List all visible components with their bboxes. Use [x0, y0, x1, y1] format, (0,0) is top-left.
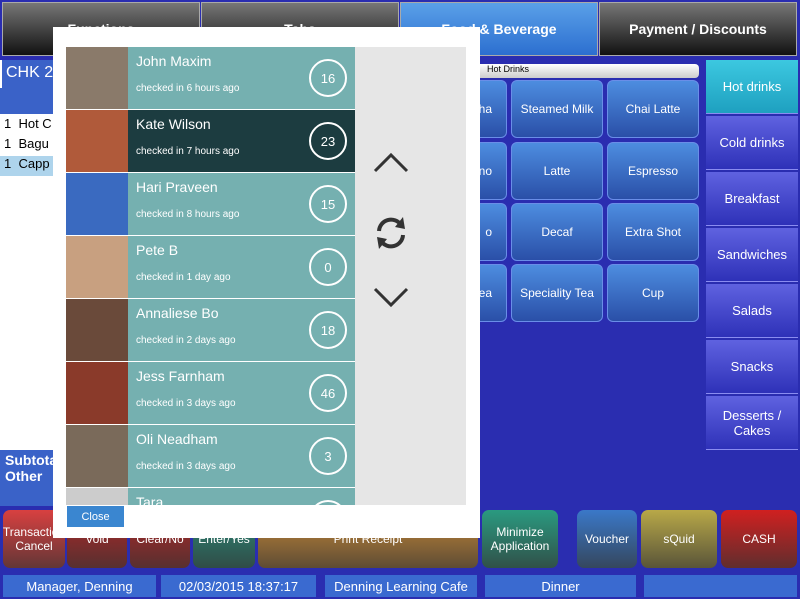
customer-name: Tara	[136, 494, 164, 505]
checked-in-time: checked in 2 days ago	[136, 335, 236, 346]
menu-item-button[interactable]: Steamed Milk	[511, 80, 603, 138]
visit-count-badge: 16	[309, 59, 347, 97]
status-field: Denning Learning Cafe	[325, 575, 477, 597]
customer-name: John Maxim	[136, 53, 212, 69]
visit-count-badge: 15	[309, 185, 347, 223]
category-button[interactable]: Snacks	[706, 340, 798, 394]
visit-count-badge: 46	[309, 374, 347, 412]
customer-name: Pete B	[136, 242, 179, 258]
avatar	[66, 488, 128, 505]
status-field: Dinner	[485, 575, 636, 597]
customer-name: Oli Neadham	[136, 431, 218, 447]
customer-row[interactable]: Tara	[66, 488, 355, 505]
chevron-down-icon[interactable]	[371, 283, 411, 317]
scroll-controls	[355, 47, 466, 505]
customer-row[interactable]: John Maxim checked in 6 hours ago 16	[66, 47, 355, 109]
category-button[interactable]: Desserts / Cakes	[706, 396, 798, 450]
close-button[interactable]: Close	[67, 506, 124, 527]
chevron-up-icon[interactable]	[371, 147, 411, 181]
action-button[interactable]: CASH	[721, 510, 797, 568]
qty: 1	[4, 156, 12, 171]
avatar	[66, 425, 128, 487]
category-button[interactable]: Hot drinks	[706, 60, 798, 114]
visit-count-badge: 3	[309, 437, 347, 475]
customer-name: Annaliese Bo	[136, 305, 219, 321]
visit-count-badge: 0	[309, 248, 347, 286]
customer-row[interactable]: Jess Farnham checked in 3 days ago 46	[66, 362, 355, 424]
item: Hot C	[18, 116, 52, 131]
avatar	[66, 173, 128, 235]
customer-name: Hari Praveen	[136, 179, 218, 195]
menu-item-button[interactable]: Espresso	[607, 142, 699, 200]
avatar	[66, 362, 128, 424]
customer-list[interactable]: John Maxim checked in 6 hours ago 16 Kate W…	[66, 47, 355, 505]
customer-row[interactable]: Hari Praveen checked in 8 hours ago 15	[66, 173, 355, 235]
avatar	[66, 47, 128, 109]
menu-item-button[interactable]: Extra Shot	[607, 203, 699, 261]
checked-in-time: checked in 6 hours ago	[136, 83, 240, 94]
category-button[interactable]: Sandwiches	[706, 228, 798, 282]
customer-row[interactable]: Pete B checked in 1 day ago 0	[66, 236, 355, 298]
menu-item-button[interactable]: Chai Latte	[607, 80, 699, 138]
status-field	[644, 575, 797, 597]
customer-row[interactable]: Oli Neadham checked in 3 days ago 3	[66, 425, 355, 487]
customer-row[interactable]: Kate Wilson checked in 7 hours ago 23	[66, 110, 355, 172]
refresh-icon[interactable]	[371, 213, 411, 261]
category-button[interactable]: Cold drinks	[706, 116, 798, 170]
avatar	[66, 299, 128, 361]
item: Capp	[18, 156, 50, 171]
avatar	[66, 110, 128, 172]
action-button[interactable]: sQuid	[641, 510, 717, 568]
customer-row[interactable]: Annaliese Bo checked in 2 days ago 18	[66, 299, 355, 361]
visit-count-badge: 23	[309, 122, 347, 160]
category-button[interactable]: Breakfast	[706, 172, 798, 226]
menu-item-button[interactable]: Speciality Tea	[511, 264, 603, 322]
visit-count-badge: 18	[309, 311, 347, 349]
avatar	[66, 236, 128, 298]
category-button[interactable]: Salads	[706, 284, 798, 338]
checked-in-time: checked in 8 hours ago	[136, 209, 240, 220]
tab-payment-discounts[interactable]: Payment / Discounts	[599, 2, 797, 56]
checked-in-time: checked in 3 days ago	[136, 461, 236, 472]
checked-in-time: checked in 3 days ago	[136, 398, 236, 409]
checked-in-time: checked in 7 hours ago	[136, 146, 240, 157]
action-button[interactable]: Voucher	[577, 510, 637, 568]
item: Bagu	[18, 136, 49, 151]
status-field: Manager, Denning	[3, 575, 156, 597]
status-field: 02/03/2015 18:37:17	[161, 575, 316, 597]
qty: 1	[4, 116, 12, 131]
menu-item-button[interactable]: Latte	[511, 142, 603, 200]
menu-item-button[interactable]: Cup	[607, 264, 699, 322]
menu-item-button[interactable]: Decaf	[511, 203, 603, 261]
qty: 1	[4, 136, 12, 151]
customer-name: Jess Farnham	[136, 368, 225, 384]
customer-name: Kate Wilson	[136, 116, 211, 132]
visit-count-badge	[309, 500, 347, 505]
action-button[interactable]: Minimize Application	[482, 510, 558, 568]
checked-in-time: checked in 1 day ago	[136, 272, 231, 283]
